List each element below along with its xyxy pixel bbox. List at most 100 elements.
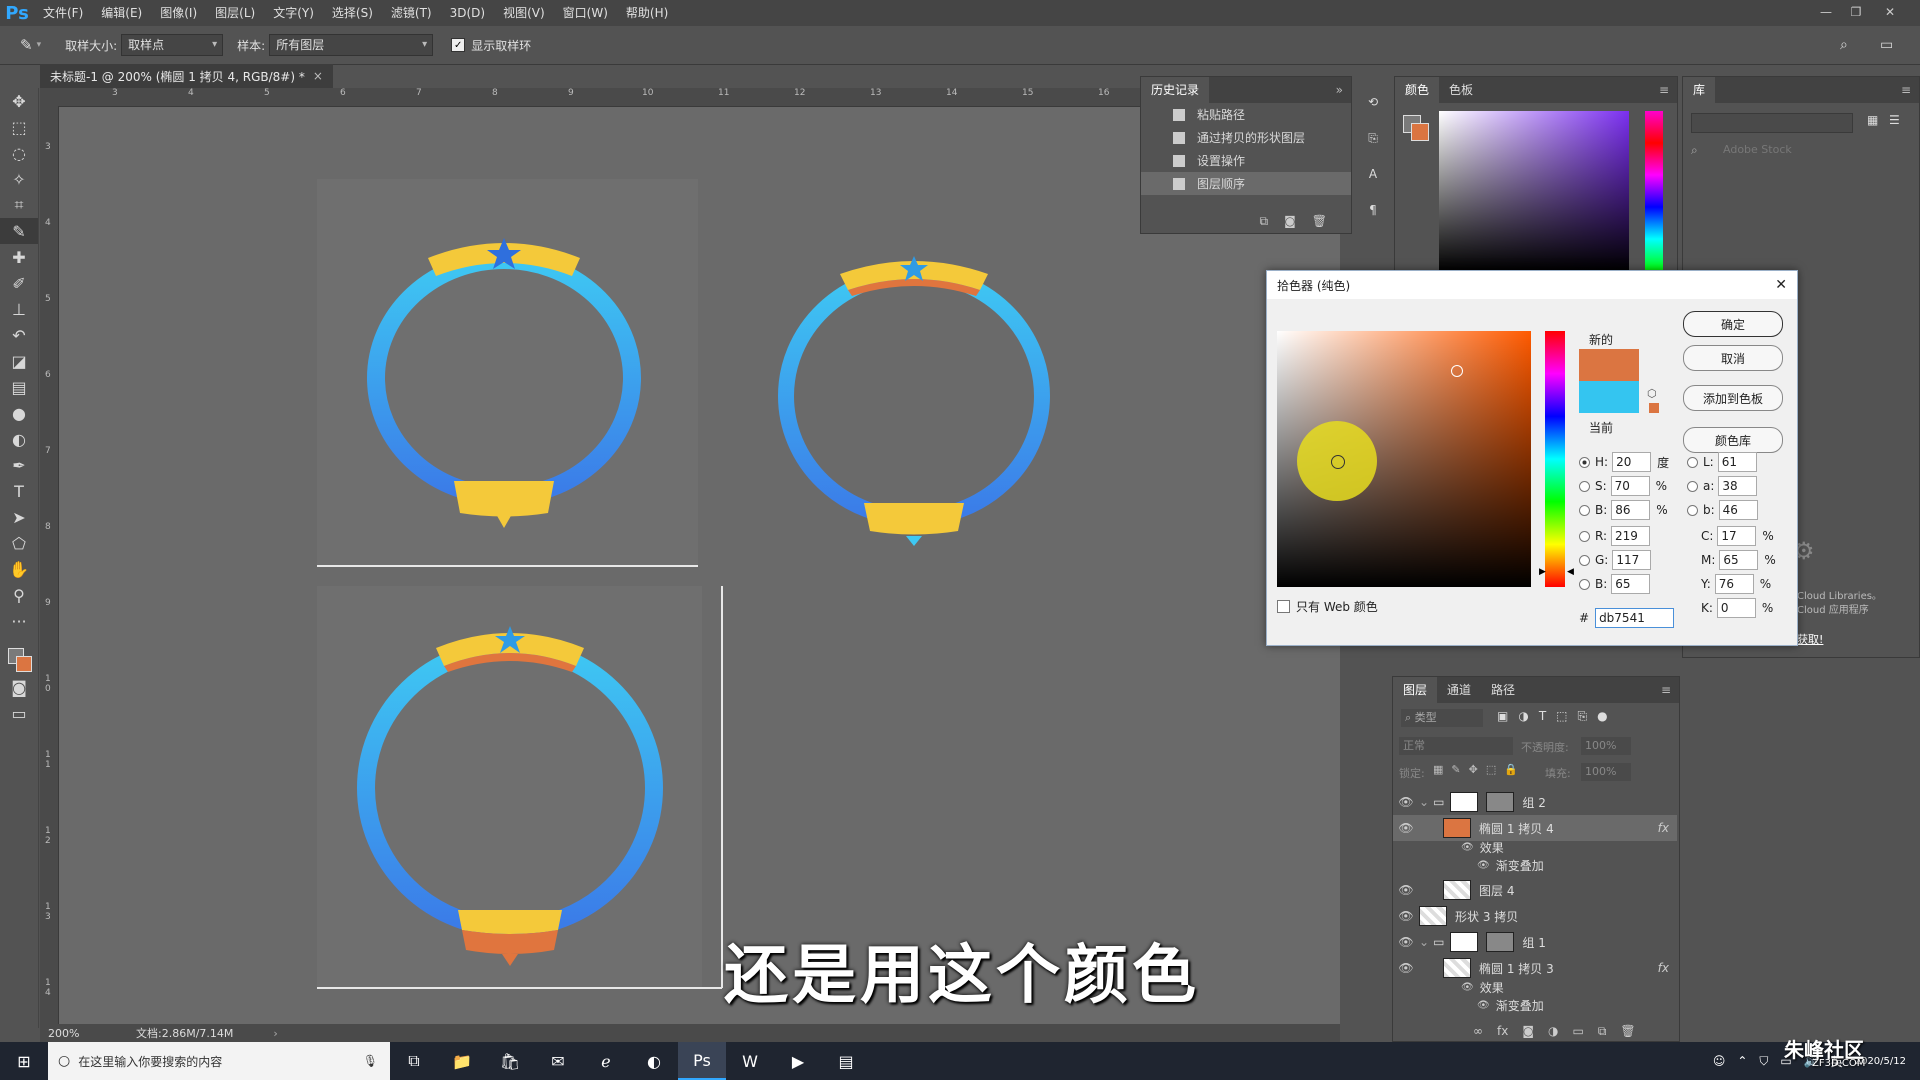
- s-input[interactable]: 70: [1610, 476, 1650, 496]
- layer-row[interactable]: 👁 图层 4: [1393, 877, 1677, 903]
- search-icon[interactable]: ⌕: [1840, 37, 1848, 53]
- document-tab[interactable]: 未标题-1 @ 200% (椭圆 1 拷贝 4, RGB/8#) * ×: [40, 64, 333, 88]
- tab-library[interactable]: 库: [1683, 77, 1716, 103]
- person-icon[interactable]: ☺: [1713, 1054, 1726, 1068]
- panel-menu-icon[interactable]: ≡: [1661, 683, 1671, 697]
- menu-window[interactable]: 窗口(W): [554, 0, 617, 26]
- r-input[interactable]: 219: [1611, 526, 1651, 546]
- lasso-tool-icon[interactable]: ◌: [0, 140, 38, 166]
- menu-edit[interactable]: 编辑(E): [92, 0, 151, 26]
- current-color-swatch[interactable]: [1579, 381, 1639, 413]
- menu-select[interactable]: 选择(S): [323, 0, 382, 26]
- notes-app-icon[interactable]: ▤: [822, 1042, 870, 1080]
- more-tools-icon[interactable]: ···: [0, 608, 38, 634]
- type-filter-icon[interactable]: T: [1539, 709, 1546, 724]
- shape-filter-icon[interactable]: ⬚: [1556, 709, 1567, 724]
- mail-icon[interactable]: ✉: [534, 1042, 582, 1080]
- paragraph-panel-icon[interactable]: ¶: [1356, 192, 1390, 228]
- quick-select-tool-icon[interactable]: ✧: [0, 166, 38, 192]
- a-input[interactable]: 38: [1718, 476, 1758, 496]
- layer-row[interactable]: 👁 ⌄ ▭ 组 1: [1393, 929, 1677, 955]
- fill-input[interactable]: 100%: [1581, 763, 1631, 781]
- history-item[interactable]: 粘贴路径: [1141, 103, 1351, 126]
- lock-position-icon[interactable]: ✥: [1469, 763, 1478, 776]
- opacity-input[interactable]: 100%: [1581, 737, 1631, 755]
- library-search-input[interactable]: Adobe Stock: [1723, 143, 1792, 156]
- add-mask-icon[interactable]: ◙: [1522, 1024, 1534, 1039]
- hex-input[interactable]: db7541: [1595, 608, 1675, 628]
- history-brush-tool-icon[interactable]: ↶: [0, 322, 38, 348]
- ok-button[interactable]: 确定: [1683, 311, 1783, 337]
- k-input[interactable]: 0: [1716, 598, 1756, 618]
- eyedropper-icon[interactable]: ✎: [20, 36, 33, 54]
- windows-start-icon[interactable]: ⊞: [0, 1042, 48, 1080]
- layer-effects-row[interactable]: 👁 效果: [1393, 837, 1677, 857]
- saturation-brightness-field[interactable]: [1277, 331, 1531, 587]
- taskbar-search-box[interactable]: ○ 在这里输入你要搜索的内容 🎙: [48, 1042, 390, 1080]
- color-swatches[interactable]: [0, 634, 38, 674]
- task-view-icon[interactable]: ⧉: [390, 1042, 438, 1080]
- web-only-checkbox[interactable]: [1277, 599, 1290, 613]
- character-panel-icon[interactable]: A: [1356, 156, 1390, 192]
- g-input[interactable]: 117: [1612, 550, 1652, 570]
- grid-view-icon[interactable]: ▦: [1867, 113, 1878, 127]
- layer-row[interactable]: 👁 ⌄ ▭ 组 2: [1393, 789, 1677, 815]
- library-select[interactable]: [1691, 113, 1853, 133]
- blend-mode-select[interactable]: 正常: [1399, 737, 1513, 755]
- visibility-eye-icon[interactable]: 👁: [1461, 842, 1474, 853]
- link-layers-icon[interactable]: ∞: [1473, 1024, 1483, 1039]
- new-group-icon[interactable]: ▭: [1572, 1024, 1583, 1039]
- smart-object-filter-icon[interactable]: ⎘: [1578, 709, 1588, 724]
- browser-icon[interactable]: ◐: [630, 1042, 678, 1080]
- lock-artboard-icon[interactable]: ⬚: [1486, 763, 1496, 776]
- hue-slider[interactable]: [1645, 111, 1663, 271]
- l-input[interactable]: 61: [1717, 452, 1757, 472]
- menu-3d[interactable]: 3D(D): [441, 0, 494, 26]
- history-panel-icon[interactable]: ⟲: [1356, 84, 1390, 120]
- list-view-icon[interactable]: ☰: [1889, 113, 1900, 127]
- brush-tool-icon[interactable]: ✐: [0, 270, 38, 296]
- y-input[interactable]: 76: [1714, 574, 1754, 594]
- background-swatch[interactable]: [16, 656, 32, 672]
- microphone-icon[interactable]: 🎙: [363, 1054, 378, 1068]
- screen-mode-icon[interactable]: ▭: [0, 700, 38, 726]
- file-explorer-icon[interactable]: 📁: [438, 1042, 486, 1080]
- history-item[interactable]: 图层顺序: [1141, 172, 1351, 195]
- hue-slider[interactable]: [1545, 331, 1565, 587]
- stamp-tool-icon[interactable]: ⊥: [0, 296, 38, 322]
- expand-chevron-icon[interactable]: ⌄: [1419, 935, 1429, 949]
- gamut-swatch[interactable]: [1649, 403, 1659, 413]
- expand-chevron-icon[interactable]: ⌄: [1419, 795, 1429, 809]
- tab-paths[interactable]: 路径: [1481, 677, 1525, 703]
- m-input[interactable]: 65: [1719, 550, 1759, 570]
- sample-select[interactable]: 所有图层: [269, 34, 434, 56]
- media-player-icon[interactable]: ▶: [774, 1042, 822, 1080]
- crop-tool-icon[interactable]: ⌗: [0, 192, 38, 218]
- eyedropper-tool-icon[interactable]: ✎: [0, 218, 38, 244]
- word-icon[interactable]: W: [726, 1042, 774, 1080]
- snapshot-icon[interactable]: ◙: [1284, 214, 1296, 229]
- zoom-level[interactable]: 200%: [48, 1027, 118, 1040]
- visibility-eye-icon[interactable]: 👁: [1393, 909, 1419, 923]
- hue-slider-left-arrow-icon[interactable]: ▶: [1539, 567, 1546, 577]
- quick-mask-icon[interactable]: ◙: [0, 674, 38, 700]
- hand-tool-icon[interactable]: ✋: [0, 556, 38, 582]
- add-to-swatches-button[interactable]: 添加到色板: [1683, 385, 1783, 411]
- blur-tool-icon[interactable]: ●: [0, 400, 38, 426]
- marquee-tool-icon[interactable]: ⬚: [0, 114, 38, 140]
- filter-toggle-icon[interactable]: ●: [1597, 709, 1607, 724]
- close-tab-icon[interactable]: ×: [313, 69, 323, 83]
- lock-image-icon[interactable]: ✎: [1451, 763, 1460, 776]
- blue-input[interactable]: 65: [1611, 574, 1651, 594]
- b-input[interactable]: 86: [1611, 500, 1651, 520]
- actions-panel-icon[interactable]: ⎘: [1356, 120, 1390, 156]
- sample-size-select[interactable]: 取样点: [121, 34, 224, 56]
- menu-help[interactable]: 帮助(H): [617, 0, 677, 26]
- pixel-filter-icon[interactable]: ▣: [1497, 709, 1508, 724]
- restore-icon[interactable]: ❐: [1842, 0, 1870, 24]
- fx-badge[interactable]: fx: [1658, 821, 1669, 835]
- h-radio[interactable]: [1579, 456, 1590, 468]
- tab-history[interactable]: 历史记录: [1141, 77, 1210, 103]
- a-radio[interactable]: [1687, 480, 1698, 492]
- visibility-eye-icon[interactable]: 👁: [1393, 883, 1419, 897]
